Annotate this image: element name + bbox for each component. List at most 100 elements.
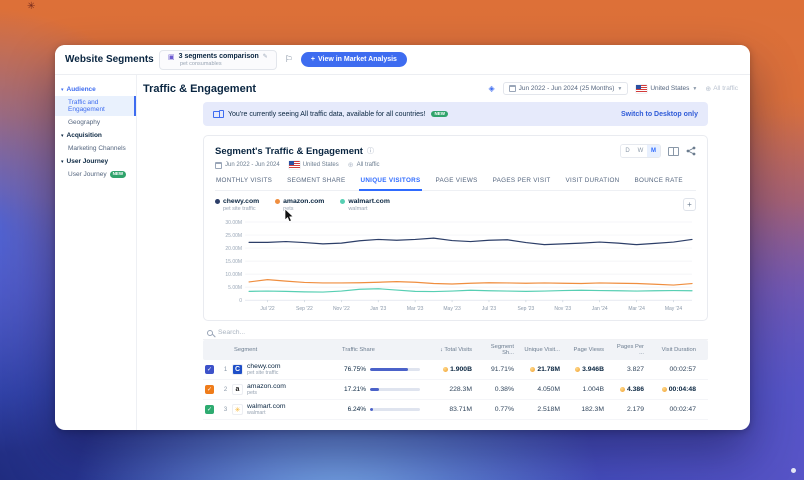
granularity-m[interactable]: M <box>647 145 660 157</box>
chewy-com-logo-icon: C <box>232 364 243 376</box>
traffic-type-dropdown[interactable]: ⊕ All traffic <box>705 85 738 93</box>
tab-visit-duration[interactable]: VISIT DURATION <box>565 177 621 190</box>
column-header-label: Unique Visit... <box>524 347 560 354</box>
legend-amazon-com[interactable]: amazon.com pets <box>275 198 324 212</box>
medal-icon <box>619 387 625 393</box>
legend-subtitle: pets <box>283 206 294 212</box>
chart-legend: chewy.com pet site traffic amazon.com pets w… <box>215 198 696 212</box>
segment-domain: chewy.com <box>247 363 281 371</box>
x-tick-label: May '24 <box>665 306 683 312</box>
sidebar-section-acquisition[interactable]: ▾ Acquisition <box>55 129 136 142</box>
search-input[interactable] <box>218 329 418 337</box>
share-icon[interactable] <box>686 146 696 156</box>
series-line-walmart-com[interactable] <box>248 288 693 293</box>
edit-icon[interactable]: ✎ <box>263 53 268 60</box>
column-header-unique-visit[interactable]: Unique Visit... <box>520 347 566 353</box>
sidebar-item-geography[interactable]: Geography <box>55 116 136 129</box>
table-row-amazon-com[interactable]: ✓ 2 a amazon.com pets 17.21% 228.3M 0.38% 4.050M… <box>203 380 708 401</box>
cell-value: 00:02:47 <box>669 406 696 414</box>
page-header: Traffic & Engagement ◈ Jun 2022 - Jun 20… <box>137 75 750 95</box>
granularity-d[interactable]: D <box>621 145 634 157</box>
globe-icon: ⊕ <box>347 162 354 169</box>
walmart-com-logo-icon: ✳ <box>232 404 243 416</box>
view-market-analysis-label: View in Market Analysis <box>317 56 397 63</box>
legend-dot <box>215 199 220 204</box>
legend-dot <box>340 199 346 204</box>
table-view-icon[interactable] <box>668 146 679 156</box>
series-line-amazon-com[interactable] <box>248 279 693 286</box>
table-row-walmart-com[interactable]: ✓ 3 ✳ walmart.com walmart 6.24% 83.71M 0.77% 2.5… <box>203 400 708 421</box>
column-header-segment-sh[interactable]: Segment Sh... <box>478 344 520 356</box>
comparison-subtitle: pet consumables <box>180 60 222 67</box>
info-icon[interactable]: ⓘ <box>367 146 374 156</box>
column-header-total-visits[interactable]: ↓ Total Visits <box>428 347 478 353</box>
cell-value: 83.71M <box>449 406 472 414</box>
tab-unique-visitors[interactable]: UNIQUE VISITORS <box>359 177 422 191</box>
cell-value: 2.518M <box>537 406 560 414</box>
country-dropdown[interactable]: United States ▼ <box>636 84 698 93</box>
column-header-segment[interactable]: Segment <box>232 347 340 353</box>
card-country: United States <box>302 162 339 168</box>
traffic-share-cell: 17.21% <box>340 386 428 393</box>
medal-icon <box>575 367 581 373</box>
segment-domain: walmart.com <box>247 403 286 411</box>
x-tick-label: Jan '24 <box>592 306 608 312</box>
switch-desktop-link[interactable]: Switch to Desktop only <box>621 111 698 118</box>
view-market-analysis-button[interactable]: + View in Market Analysis <box>300 52 407 67</box>
sidebar-section-audience[interactable]: ▾ Audience <box>55 83 136 96</box>
sidebar: ▾ Audience Traffic and Engagement Geography… <box>55 75 137 430</box>
segment-subtitle: pets <box>247 390 258 397</box>
cell-value: 3.946B <box>582 366 604 374</box>
segment-share-cell: 0.38% <box>478 386 520 393</box>
traffic-share-value: 6.24% <box>347 406 366 414</box>
row-checkbox[interactable]: ✓ <box>205 365 214 375</box>
add-segment-button[interactable]: + <box>683 198 696 211</box>
row-checkbox[interactable]: ✓ <box>205 385 214 395</box>
column-header-traffic-share[interactable]: Traffic Share <box>340 347 428 353</box>
traffic-share-bar <box>370 408 420 412</box>
main-area: Traffic & Engagement ◈ Jun 2022 - Jun 20… <box>137 75 750 430</box>
tab-pages-per-visit[interactable]: PAGES PER VISIT <box>492 177 552 190</box>
column-header-label: Visit Duration <box>661 347 696 354</box>
column-header-page-views[interactable]: Page Views <box>566 347 610 353</box>
desktop-wallpaper-glyph: ✳ <box>27 1 36 12</box>
traffic-share-bar-fill <box>370 368 409 372</box>
tab-bounce-rate[interactable]: BOUNCE RATE <box>634 177 684 190</box>
visit-duration-cell: 00:02:57 <box>650 366 702 373</box>
sidebar-item-label: Geography <box>68 119 101 126</box>
column-header-label: Pages Per ... <box>616 344 644 357</box>
legend-walmart-com[interactable]: walmart.com walmart <box>340 198 390 212</box>
column-header-visit-duration[interactable]: Visit Duration <box>650 347 702 353</box>
segment-cell: ✳ walmart.com walmart <box>232 403 340 416</box>
tab-monthly-visits[interactable]: MONTHLY VISITS <box>215 177 273 190</box>
row-checkbox[interactable]: ✓ <box>205 405 214 415</box>
chevron-down-icon: ▼ <box>692 85 698 92</box>
date-range-dropdown[interactable]: Jun 2022 - Jun 2024 (25 Months) ▼ <box>502 82 629 95</box>
tab-segment-share[interactable]: SEGMENT SHARE <box>286 177 346 190</box>
segments-comparison-pill[interactable]: ▣ 3 segments comparison ✎ pet consumable… <box>159 49 277 70</box>
cell-value: 1.004B <box>582 386 604 394</box>
flag-feedback-icon[interactable]: ⚐ <box>285 54 293 65</box>
segment-subtitle: walmart <box>247 410 266 417</box>
column-header-label: Segment Sh... <box>490 344 514 357</box>
sidebar-item-user-journey[interactable]: User Journey NEW <box>55 168 136 181</box>
legend-chewy-com[interactable]: chewy.com pet site traffic <box>215 198 259 212</box>
sidebar-item-traffic-and-engagement[interactable]: Traffic and Engagement <box>55 96 136 116</box>
highlights-icon[interactable]: ◈ <box>488 84 494 93</box>
traffic-share-bar-fill <box>370 408 374 412</box>
search-icon <box>207 329 213 336</box>
table-row-chewy-com[interactable]: ✓ 1 Cchewy.com pet site traffic 76.75% 1.900B… <box>203 360 708 381</box>
sidebar-item-marketing-channels[interactable]: Marketing Channels <box>55 142 136 155</box>
column-header-pages-per[interactable]: Pages Per ... <box>610 344 650 356</box>
granularity-w[interactable]: W <box>634 145 647 157</box>
total-visits-cell: 83.71M <box>428 406 478 413</box>
column-header-label: Page Views <box>573 347 604 354</box>
tab-page-views[interactable]: PAGE VIEWS <box>435 177 479 190</box>
comparison-title: 3 segments comparison <box>178 53 259 60</box>
cell-value: 00:04:48 <box>668 386 696 394</box>
x-tick-label: Jul '22 <box>260 306 275 312</box>
series-line-chewy-com[interactable] <box>248 237 693 246</box>
metric-tabs: MONTHLY VISITS SEGMENT SHARE UNIQUE VISITO… <box>215 177 696 191</box>
sidebar-item-label: User Journey <box>68 171 107 178</box>
sidebar-section-user-journey[interactable]: ▾ User Journey <box>55 155 136 168</box>
